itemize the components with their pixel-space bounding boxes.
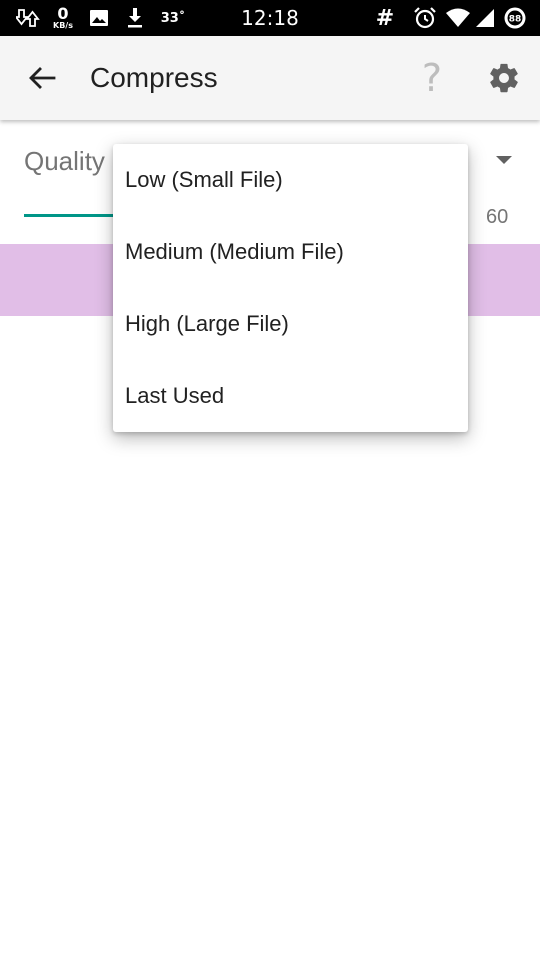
option-medium[interactable]: Medium (Medium File) (113, 216, 468, 288)
quality-slider-track[interactable] (24, 214, 124, 217)
option-low[interactable]: Low (Small File) (113, 144, 468, 216)
status-bar: 0 KB/s 33˚ 12:18 # 88 (0, 0, 540, 36)
page-title: Compress (90, 62, 218, 93)
network-speed-value: 0 (57, 4, 69, 23)
app-bar: Compress ? (0, 36, 540, 120)
image-icon (88, 0, 110, 36)
download-icon (124, 0, 146, 36)
option-last-used[interactable]: Last Used (113, 360, 468, 432)
status-time: 12:18 (241, 6, 299, 30)
network-speed-unit: KB/s (53, 21, 73, 30)
data-saver-icon (14, 0, 42, 36)
settings-gear-icon[interactable] (484, 58, 524, 98)
dropdown-arrow-icon[interactable] (496, 156, 512, 164)
back-arrow-icon[interactable] (22, 58, 62, 98)
screen: 0 KB/s 33˚ 12:18 # 88 Compress ? Quality… (0, 0, 540, 960)
temperature: 33˚ (160, 10, 186, 26)
battery-icon: 88 (502, 0, 528, 36)
alarm-icon (412, 0, 438, 36)
quality-value: 60 (486, 206, 509, 228)
help-icon[interactable]: ? (412, 56, 452, 100)
option-high[interactable]: High (Large File) (113, 288, 468, 360)
quality-dropdown-menu: Low (Small File) Medium (Medium File) Hi… (113, 144, 468, 432)
signal-icon (474, 0, 496, 36)
quality-label: Quality (24, 146, 105, 176)
network-speed: 0 KB/s (50, 0, 76, 36)
hash-icon: # (375, 5, 395, 31)
battery-level: 88 (509, 15, 522, 25)
wifi-icon (444, 0, 472, 36)
